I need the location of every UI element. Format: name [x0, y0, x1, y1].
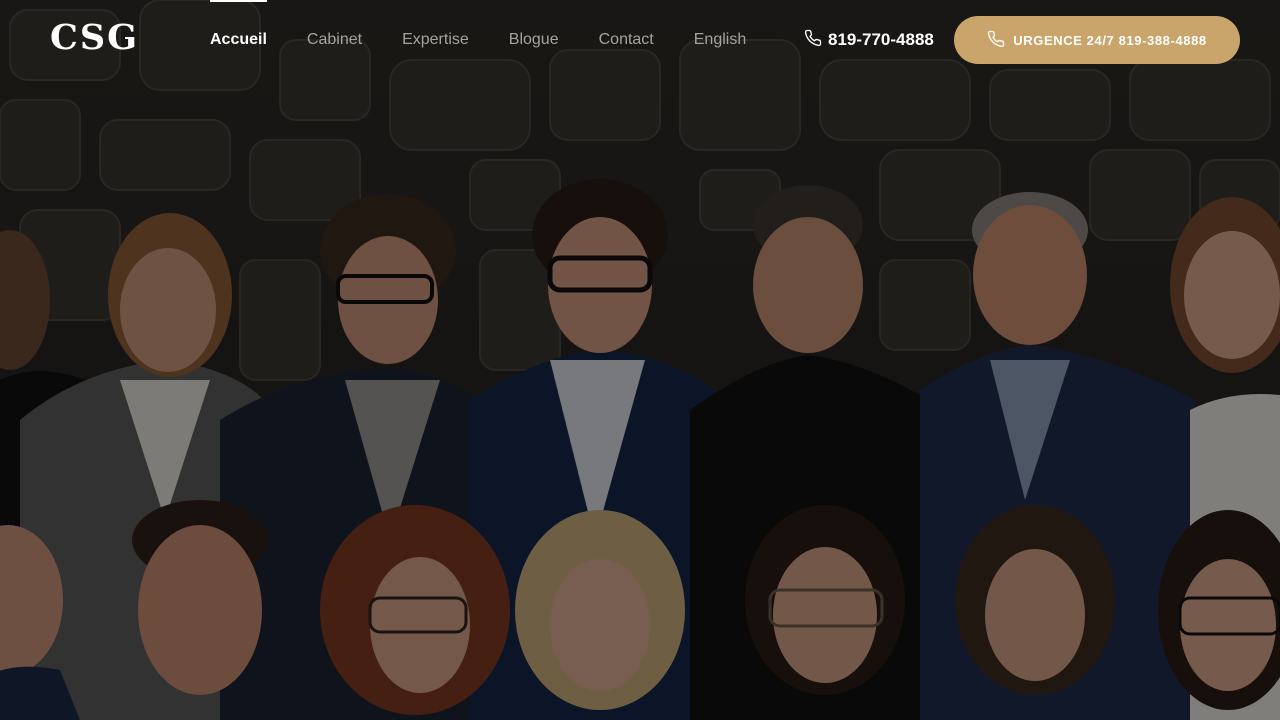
urgent-call-button[interactable]: URGENCE 24/7 819-388-4888 [954, 16, 1240, 64]
logo[interactable]: CSG [50, 18, 139, 58]
nav-item-accueil[interactable]: Accueil [210, 0, 267, 80]
nav-item-blogue[interactable]: Blogue [509, 0, 559, 80]
phone-icon [987, 30, 1013, 51]
phone-link[interactable]: 819-770-4888 [804, 28, 934, 52]
language-switch[interactable]: English [694, 0, 746, 80]
nav-item-contact[interactable]: Contact [599, 0, 654, 80]
hero-section [0, 0, 1280, 720]
phone-icon [804, 29, 828, 52]
nav-item-cabinet[interactable]: Cabinet [307, 0, 362, 80]
hero-team-photo [0, 0, 1280, 720]
phone-number: 819-770-4888 [828, 30, 934, 49]
nav-item-expertise[interactable]: Expertise [402, 0, 469, 80]
main-nav: Accueil Cabinet Expertise Blogue Contact… [210, 0, 746, 80]
urgent-call-label: URGENCE 24/7 819-388-4888 [1013, 32, 1207, 48]
site-header: CSG Accueil Cabinet Expertise Blogue Con… [0, 0, 1280, 80]
